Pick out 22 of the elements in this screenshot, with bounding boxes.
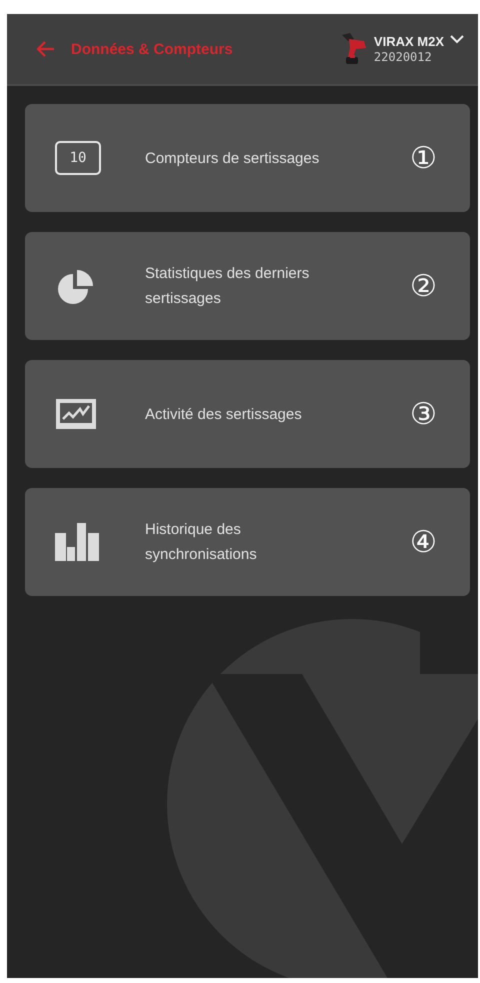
back-arrow-icon <box>37 41 55 57</box>
menu-label: Statistiques des derniers sertissages <box>145 264 310 309</box>
menu-label: Historique des synchronisations <box>145 520 258 565</box>
crimping-tool-drawing <box>340 31 368 67</box>
menu-card[interactable]: Activité des sertissages ③ <box>25 360 470 468</box>
menu-card[interactable]: Historique des synchronisations ④ <box>25 488 470 596</box>
counter-icon: 10 <box>55 141 101 175</box>
menu-card[interactable]: Statistiques des derniers sertissages ② <box>25 232 470 340</box>
menu-label: Compteurs de sertissages <box>145 148 320 168</box>
device-name: VIRAX M2X <box>374 34 444 49</box>
annotation-number: ① <box>410 140 437 176</box>
chevron-down-icon <box>450 35 464 44</box>
annotation-number: ② <box>410 268 437 304</box>
device-serial: 22020012 <box>374 50 432 64</box>
annotation-number: ④ <box>410 524 437 560</box>
line-chart-icon <box>55 398 97 430</box>
bar-chart-icon <box>55 523 99 561</box>
device-selector[interactable]: VIRAX M2X 22020012 <box>340 31 464 67</box>
menu-label: Activité des sertissages <box>145 404 303 424</box>
menu-card[interactable]: 10 Compteurs de sertissages ① <box>25 104 470 212</box>
annotation-number: ③ <box>410 396 437 432</box>
page-title: Données & Compteurs <box>71 40 233 58</box>
